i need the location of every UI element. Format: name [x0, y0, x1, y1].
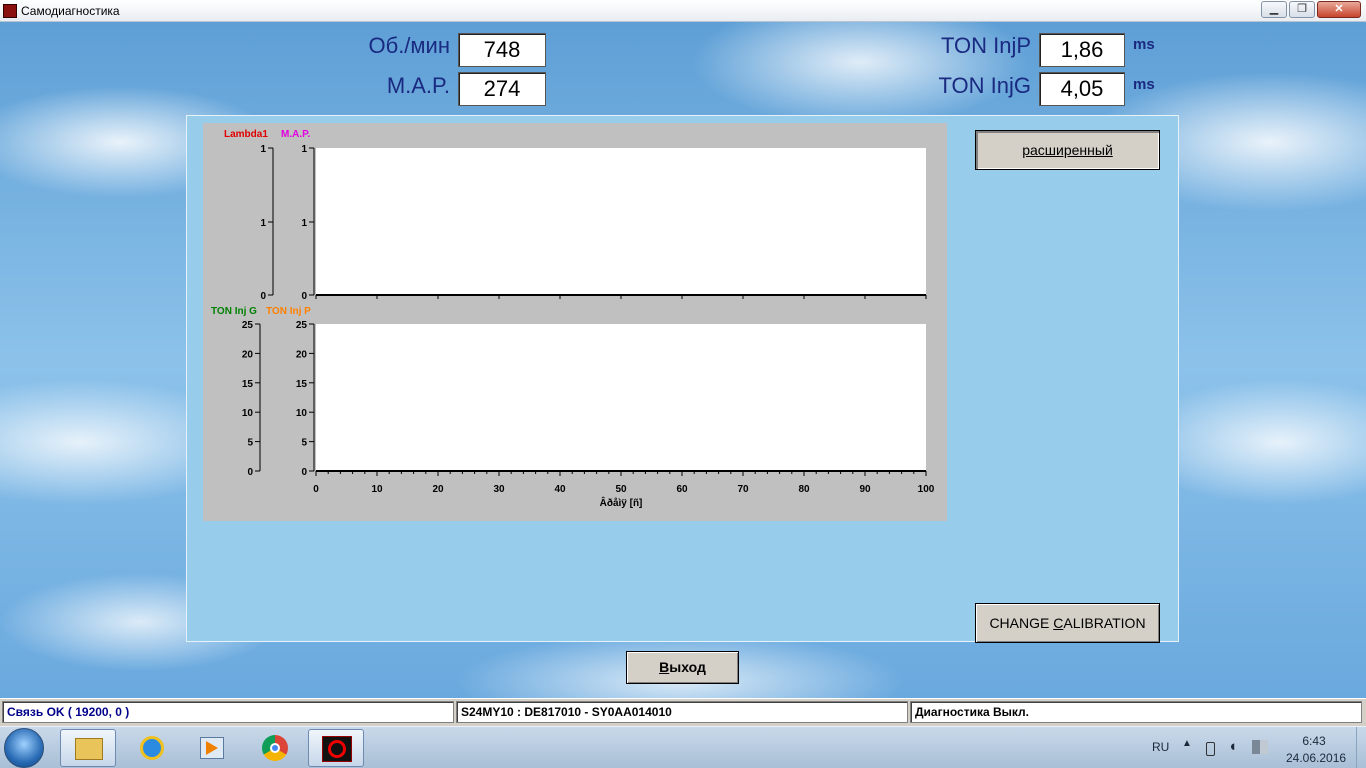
legend-map: M.A.P.	[281, 129, 310, 140]
chart-area: Lambda1 M.A.P. TON Inj G TON Inj P Âðåìÿ…	[203, 123, 947, 521]
charts-svg: Lambda1 M.A.P. TON Inj G TON Inj P Âðåìÿ…	[211, 129, 935, 509]
ton-g-axis-tick-label: 25	[242, 320, 254, 331]
usb-icon[interactable]	[1206, 742, 1215, 756]
title-bar: Самодиагностика ▁ ❐ ✕	[0, 0, 1366, 22]
x-tick-label: 80	[798, 484, 810, 495]
change-calibration-label-rest: ALIBRATION	[1063, 615, 1146, 631]
extended-button[interactable]: расширенный	[975, 130, 1160, 170]
clock-time[interactable]: 6:43	[1290, 734, 1338, 748]
minimize-button[interactable]: ▁	[1261, 1, 1287, 18]
legend-lambda1: Lambda1	[224, 129, 268, 140]
show-desktop-button[interactable]	[1356, 727, 1366, 768]
ton-p-axis-tick-label: 0	[301, 467, 307, 478]
lambda-axis-tick-label: 1	[260, 144, 266, 155]
legend-ton-inj-p: TON Inj P	[266, 306, 311, 317]
x-tick-label: 40	[554, 484, 566, 495]
network-icon[interactable]	[1252, 740, 1268, 754]
x-tick-label: 0	[313, 484, 319, 495]
window-title: Самодиагностика	[21, 4, 120, 18]
bottom-plot-area	[316, 324, 926, 471]
map-axis-tick-label: 1	[301, 144, 307, 155]
clock-date[interactable]: 24.06.2016	[1286, 751, 1346, 765]
status-bar: Связь OK ( 19200, 0 ) S24MY10 : DE817010…	[0, 698, 1366, 726]
rpm-label: Об./мин	[368, 33, 450, 58]
map-axis-tick-label: 0	[301, 291, 307, 302]
ton-injg-label: TON InjG	[938, 73, 1031, 98]
start-orb-icon[interactable]	[4, 728, 44, 768]
show-hidden-icons[interactable]: ▲	[1182, 738, 1192, 749]
lambda-axis-tick-label: 1	[260, 218, 266, 229]
ton-p-axis-tick-label: 20	[296, 349, 308, 360]
ton-g-axis-tick-label: 15	[242, 379, 254, 390]
chrome-icon[interactable]	[247, 729, 303, 767]
change-calibration-hotkey: C	[1053, 615, 1064, 631]
top-plot-area	[316, 148, 926, 295]
exit-label: ыход	[669, 659, 706, 675]
internet-explorer-icon[interactable]	[124, 729, 180, 767]
ton-g-axis-tick-label: 10	[242, 408, 254, 419]
x-axis-label: Âðåìÿ [ñ]	[600, 496, 643, 509]
ton-injp-value: 1,86	[1039, 33, 1125, 67]
ton-injp-label: TON InjP	[940, 33, 1031, 58]
legend-ton-inj-g: TON Inj G	[211, 306, 257, 317]
x-tick-label: 20	[432, 484, 444, 495]
exit-button[interactable]: Выход	[626, 651, 739, 684]
ton-p-axis-tick-label: 25	[296, 320, 308, 331]
ton-injg-unit: ms	[1133, 76, 1155, 93]
ton-p-axis-tick-label: 5	[301, 438, 307, 449]
volume-icon[interactable]: ◖	[1228, 738, 1237, 755]
diagnostics-status: Диагностика Выкл.	[910, 701, 1362, 723]
ton-g-axis-tick-label: 20	[242, 349, 254, 360]
change-calibration-button[interactable]: CHANGE CALIBRATION	[975, 603, 1160, 643]
ecu-id: S24MY10 : DE817010 - SY0AA014010	[456, 701, 908, 723]
exit-hotkey: В	[659, 659, 670, 675]
maximize-button[interactable]: ❐	[1289, 1, 1315, 18]
ton-g-axis-tick-label: 0	[247, 467, 253, 478]
x-tick-label: 50	[615, 484, 627, 495]
change-calibration-label: CHANGE	[989, 615, 1054, 631]
ton-g-axis-tick-label: 5	[247, 438, 253, 449]
x-tick-label: 70	[737, 484, 749, 495]
x-tick-label: 60	[676, 484, 688, 495]
lambda-axis-tick-label: 0	[260, 291, 266, 302]
ton-p-axis-tick-label: 15	[296, 379, 308, 390]
ton-injp-unit: ms	[1133, 36, 1155, 53]
explorer-icon[interactable]	[60, 729, 116, 767]
app-icon[interactable]	[3, 4, 17, 18]
taskbar: RU ▲ ◖ 6:43 24.06.2016	[0, 726, 1366, 768]
connection-status: Связь OK ( 19200, 0 )	[2, 701, 454, 723]
ton-p-axis-tick-label: 10	[296, 408, 308, 419]
pd-app-icon[interactable]	[308, 729, 364, 767]
rpm-value: 748	[458, 33, 546, 67]
map-value: 274	[458, 72, 546, 106]
map-label: M.A.P.	[386, 73, 450, 98]
ton-injg-value: 4,05	[1039, 72, 1125, 106]
language-indicator[interactable]: RU	[1152, 740, 1169, 754]
media-player-icon[interactable]	[184, 729, 240, 767]
x-tick-label: 90	[859, 484, 871, 495]
x-tick-label: 30	[493, 484, 505, 495]
map-axis-tick-label: 1	[301, 218, 307, 229]
x-tick-label: 10	[371, 484, 383, 495]
close-button[interactable]: ✕	[1317, 1, 1361, 18]
x-tick-label: 100	[918, 484, 935, 495]
